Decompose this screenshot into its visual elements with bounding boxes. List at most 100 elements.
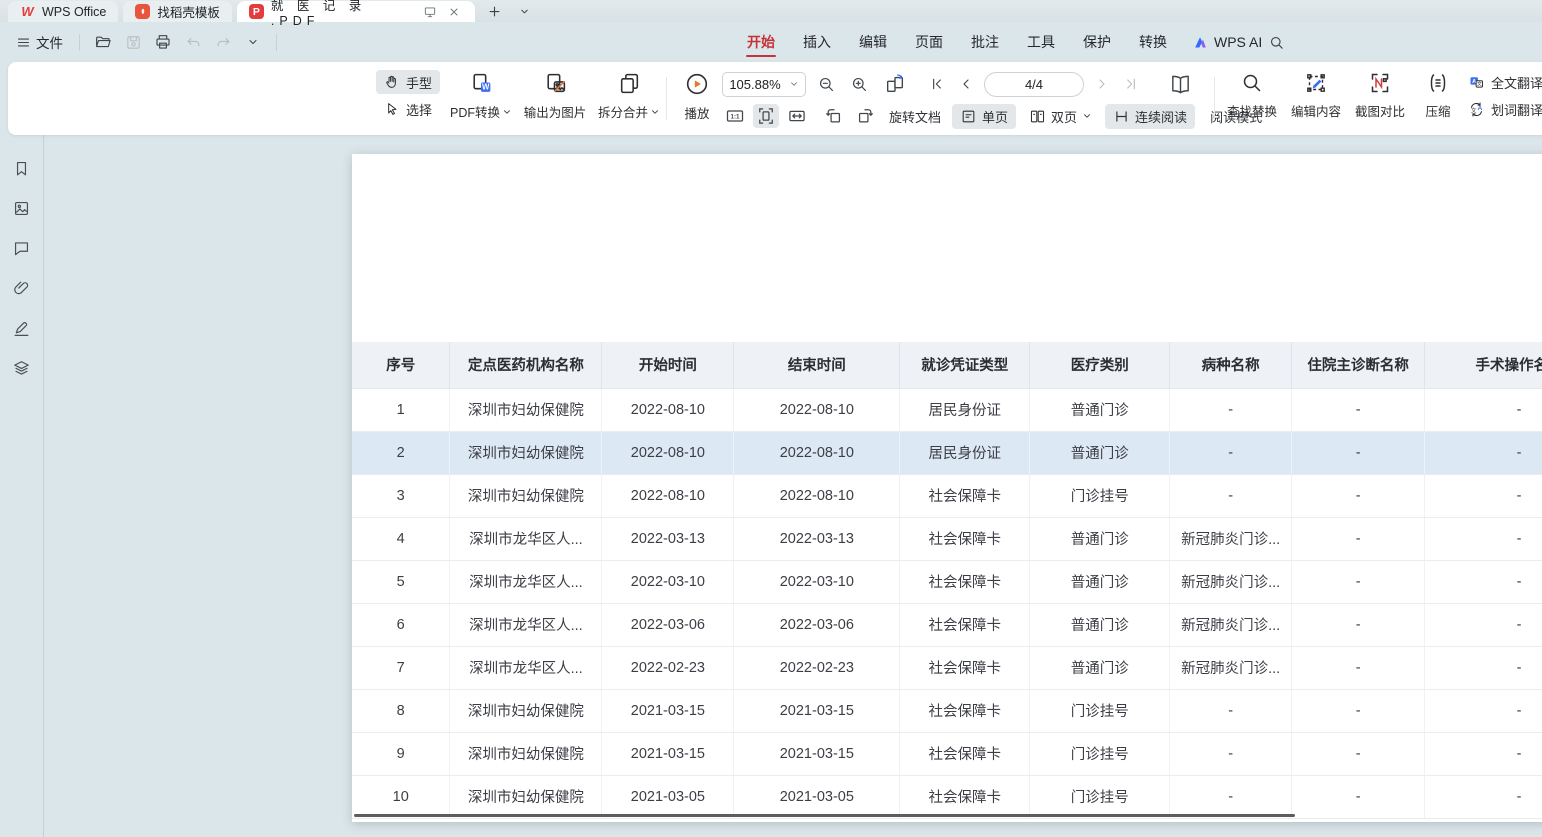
tab-bar: W WPS Office 找稻壳模板 P 就 医 记 录 .PDF (0, 0, 1542, 22)
table-cell: - (1170, 689, 1292, 732)
select-tool-button[interactable]: 选择 (376, 97, 440, 121)
split-merge-button[interactable]: 拆分合并 (594, 71, 664, 121)
menu-tab-wps-ai[interactable]: WPS AI (1192, 22, 1262, 62)
rotate-left-icon[interactable] (821, 104, 847, 128)
undo-icon[interactable] (180, 29, 206, 55)
zoom-out-icon[interactable] (813, 72, 839, 96)
table-cell: 深圳市龙华区人... (450, 560, 602, 603)
menu-tab[interactable]: 编辑 (845, 22, 901, 62)
rotate-document-label[interactable]: 旋转文档 (889, 107, 941, 126)
table-cell: 2021-03-15 (734, 689, 900, 732)
bookmark-panel-icon[interactable] (12, 158, 32, 178)
save-icon[interactable] (120, 29, 146, 55)
menu-search-icon[interactable] (1268, 22, 1285, 62)
table-cell: - (1292, 474, 1425, 517)
continuous-reading-button[interactable]: 连续阅读 (1105, 104, 1195, 129)
compress-button[interactable]: 压缩 (1416, 71, 1460, 120)
fit-page-icon[interactable] (753, 104, 779, 128)
table-cell: - (1292, 775, 1425, 818)
full-text-translate-button[interactable]: A文 全文翻译 (1460, 70, 1542, 94)
table-cell: 2022-02-23 (734, 646, 900, 689)
table-cell: - (1425, 517, 1542, 560)
next-page-icon[interactable] (1091, 72, 1113, 96)
signature-panel-icon[interactable] (12, 318, 32, 338)
find-replace-button[interactable]: 查找替换 (1222, 71, 1282, 120)
table-cell: - (1292, 732, 1425, 775)
first-page-icon[interactable] (926, 72, 948, 96)
screenshot-compare-icon (1368, 71, 1392, 95)
close-tab-icon[interactable] (446, 3, 463, 21)
page-indicator-input[interactable]: 4/4 (984, 72, 1084, 97)
word-translate-icon: 文A (1468, 101, 1485, 118)
table-cell: 深圳市龙华区人... (450, 646, 602, 689)
present-monitor-icon[interactable] (422, 3, 439, 21)
tab-wps-office[interactable]: W WPS Office (8, 1, 118, 22)
screenshot-compare-button[interactable]: 截图对比 (1350, 71, 1410, 120)
divider (276, 34, 277, 51)
menu-tab[interactable]: 保护 (1069, 22, 1125, 62)
pdf-file-icon: P (249, 4, 264, 19)
previous-page-icon[interactable] (955, 72, 977, 96)
comment-panel-icon[interactable] (12, 238, 32, 258)
table-cell: 2022-08-10 (602, 474, 734, 517)
menu-tab[interactable]: 工具 (1013, 22, 1069, 62)
print-icon[interactable] (150, 29, 176, 55)
open-file-icon[interactable] (90, 29, 116, 55)
pdf-convert-button[interactable]: W PDF转换 (446, 71, 516, 121)
svg-text:W: W (481, 83, 489, 92)
quick-access-toolbar: 文件 (10, 22, 283, 62)
actual-size-icon[interactable]: 1:1 (722, 104, 748, 128)
table-cell: 社会保障卡 (900, 689, 1030, 732)
table-cell: - (1425, 646, 1542, 689)
read-mode-book-icon[interactable] (1165, 72, 1195, 96)
fit-width-icon[interactable] (784, 104, 810, 128)
double-page-button[interactable]: 双页 (1021, 104, 1100, 129)
find-replace-icon (1240, 71, 1264, 95)
new-tab-icon[interactable] (485, 1, 505, 21)
table-cell: 新冠肺炎门诊... (1170, 603, 1292, 646)
quickbar-chevron-icon[interactable] (240, 29, 266, 55)
tab-docer-templates[interactable]: 找稻壳模板 (123, 1, 232, 22)
table-cell: - (1292, 560, 1425, 603)
menu-tab[interactable]: 开始 (733, 22, 789, 62)
menu-tab[interactable]: 转换 (1125, 22, 1181, 62)
svg-text:A: A (1472, 78, 1476, 84)
file-menu-button[interactable]: 文件 (10, 32, 69, 52)
menu-tab[interactable]: 页面 (901, 22, 957, 62)
table-cell: 4 (352, 517, 450, 560)
table-cell: - (1170, 732, 1292, 775)
redo-icon[interactable] (210, 29, 236, 55)
layers-panel-icon[interactable] (12, 358, 32, 378)
word-translate-button[interactable]: 文A 划词翻译 (1460, 97, 1542, 121)
table-cell: 2022-03-10 (734, 560, 900, 603)
tab-list-chevron-icon[interactable] (515, 1, 535, 21)
thumbnail-panel-icon[interactable] (12, 198, 32, 218)
hand-tool-button[interactable]: 手型 (376, 70, 440, 94)
zoom-in-icon[interactable] (846, 72, 872, 96)
horizontal-scrollbar[interactable] (354, 814, 1295, 817)
hamburger-icon (16, 35, 31, 50)
export-as-image-button[interactable]: 输出为图片 (518, 71, 592, 121)
edit-content-button[interactable]: 编辑内容 (1286, 71, 1346, 120)
table-cell: 普通门诊 (1030, 646, 1170, 689)
divider (79, 34, 80, 51)
table-cell: - (1292, 517, 1425, 560)
zoom-level-select[interactable]: 105.88% (722, 72, 806, 97)
play-button[interactable]: 播放 (673, 71, 721, 122)
menu-tab[interactable]: 批注 (957, 22, 1013, 62)
single-page-button[interactable]: 单页 (952, 104, 1016, 129)
table-row: 2深圳市妇幼保健院2022-08-102022-08-10居民身份证普通门诊--… (352, 431, 1542, 474)
tab-document-pdf[interactable]: P 就 医 记 录 .PDF (237, 1, 475, 22)
attachment-panel-icon[interactable] (12, 278, 32, 298)
table-cell: 门诊挂号 (1030, 775, 1170, 818)
table-cell: 2022-08-10 (602, 388, 734, 431)
single-page-icon (960, 108, 977, 125)
rotate-right-icon[interactable] (852, 104, 878, 128)
table-row: 5深圳市龙华区人...2022-03-102022-03-10社会保障卡普通门诊… (352, 560, 1542, 603)
swap-pages-icon[interactable] (879, 72, 911, 96)
table-cell: 5 (352, 560, 450, 603)
last-page-icon[interactable] (1120, 72, 1142, 96)
table-cell: - (1292, 689, 1425, 732)
menu-tab[interactable]: 插入 (789, 22, 845, 62)
table-cell: 普通门诊 (1030, 431, 1170, 474)
